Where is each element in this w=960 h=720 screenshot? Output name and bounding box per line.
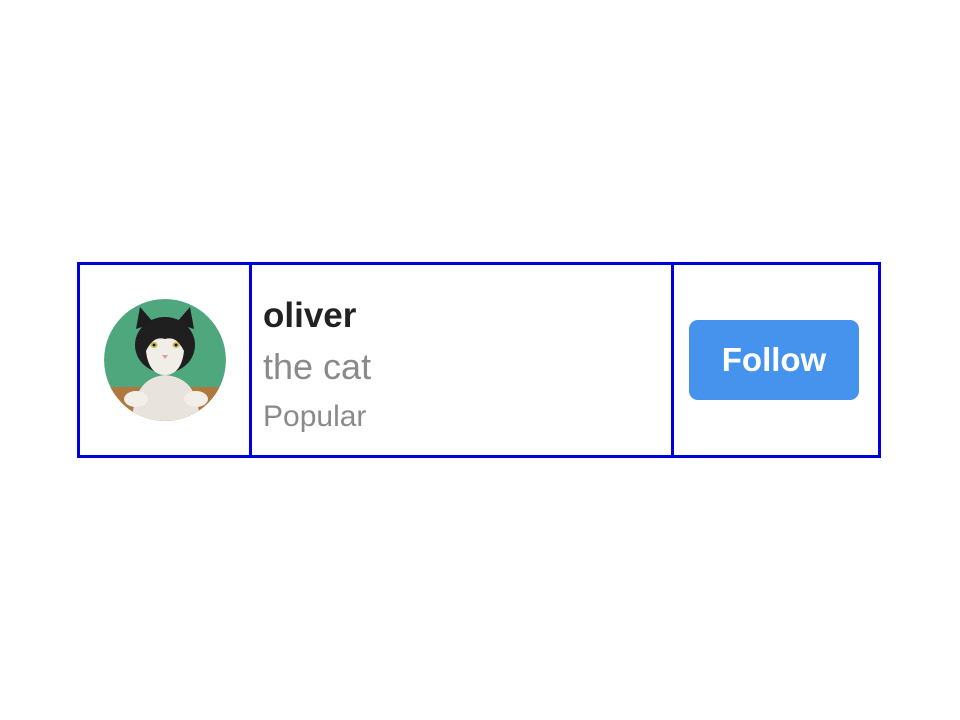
- profile-info: oliver the cat Popular: [252, 265, 674, 455]
- profile-card: oliver the cat Popular Follow: [77, 262, 881, 458]
- follow-button[interactable]: Follow: [689, 320, 859, 400]
- action-cell: Follow: [674, 265, 878, 455]
- avatar-cell: [80, 265, 252, 455]
- profile-tag: Popular: [263, 400, 367, 433]
- avatar: [103, 299, 226, 421]
- profile-subtitle: the cat: [263, 346, 372, 387]
- profile-name: oliver: [263, 296, 357, 335]
